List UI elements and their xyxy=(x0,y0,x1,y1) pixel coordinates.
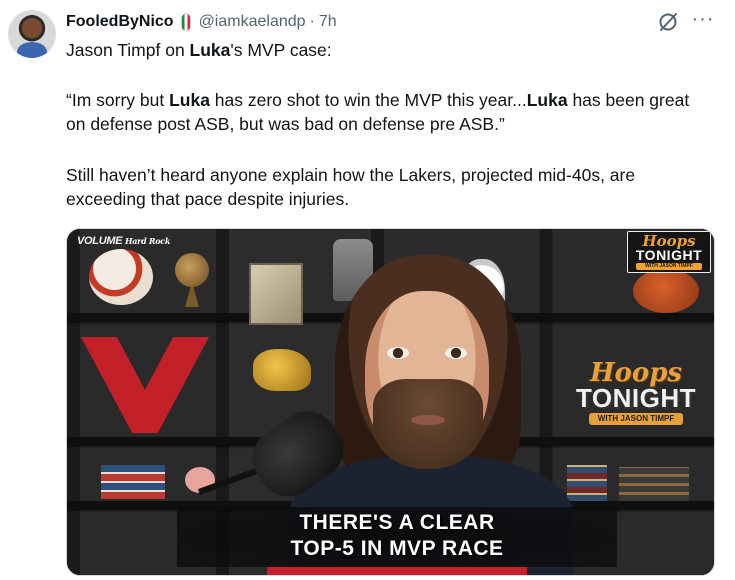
show-logo-background: Hoops TONIGHT WITH JASON TIMPF xyxy=(563,358,709,437)
author-display-name[interactable]: FooledByNico xyxy=(66,13,174,31)
author-handle[interactable]: @iamkaelandp xyxy=(199,13,306,31)
tweet-text-segment: Jason Timpf on xyxy=(66,40,190,60)
show-logo-line2: TONIGHT xyxy=(635,247,703,263)
show-logo-corner: Hoops TONIGHT WITH JASON TIMPF xyxy=(627,231,711,273)
show-logo-line3: WITH JASON TIMPF xyxy=(636,263,702,270)
book-stack-prop xyxy=(101,465,165,499)
tweet-text-line1: Jason Timpf on Luka's MVP case: xyxy=(66,38,706,62)
tweet-text-segment: 's MVP case: xyxy=(230,40,332,60)
show-logo-line1: Hoops xyxy=(589,358,683,388)
tweet-header: FooledByNico @iamkaelandp · 7h xyxy=(66,11,337,33)
gold-dinosaur-skull-prop xyxy=(253,349,311,391)
tweet-text-segment: “Im sorry but xyxy=(66,90,170,110)
flag-icon xyxy=(180,13,191,31)
signed-football-prop xyxy=(89,249,153,305)
grok-icon[interactable] xyxy=(657,11,679,33)
header-separator: · xyxy=(309,13,315,30)
show-logo-line1: Hoops xyxy=(642,232,696,250)
book-stack-prop xyxy=(567,465,607,501)
tweet-quote-paragraph: “Im sorry but Luka has zero shot to win … xyxy=(66,88,706,136)
award-plaque-prop xyxy=(249,263,303,325)
show-logo-line3: WITH JASON TIMPF xyxy=(589,413,683,425)
volume-logo-sub: Hard Rock xyxy=(125,236,171,246)
tweet-timestamp[interactable]: 7h xyxy=(319,13,337,31)
host-eye xyxy=(445,347,467,359)
caption-line2: TOP-5 IN MVP RACE xyxy=(290,537,504,560)
lower-red-banner xyxy=(267,567,527,575)
globe-prop xyxy=(175,253,209,287)
tweet-text-segment: has zero shot to win the MVP this year..… xyxy=(209,90,527,110)
more-options-icon[interactable]: ··· xyxy=(690,9,716,33)
tweet-text-bold: Luka xyxy=(526,90,568,110)
host-eye xyxy=(387,347,409,359)
caption-line1: THERE'S A CLEAR xyxy=(299,511,495,534)
book-stack-prop xyxy=(619,467,689,501)
host-mouth xyxy=(411,415,445,425)
tweet-text-bold: Luka xyxy=(189,40,231,60)
show-logo-line2: TONIGHT xyxy=(575,383,697,413)
author-avatar[interactable] xyxy=(8,10,56,58)
video-caption-banner: THERE'S A CLEAR TOP-5 IN MVP RACE xyxy=(177,507,617,567)
tweet-text-paragraph3: Still haven’t heard anyone explain how t… xyxy=(66,165,636,209)
tweet-text-bold: Luka xyxy=(169,90,210,110)
volume-logo-brand: VOLUME xyxy=(77,235,123,247)
tweet-media-video[interactable]: VOLUME Hard Rock Hoops TONIGHT WITH JASO… xyxy=(66,228,715,576)
basketball-prop xyxy=(633,269,699,313)
volume-logo: VOLUME Hard Rock xyxy=(77,235,170,247)
